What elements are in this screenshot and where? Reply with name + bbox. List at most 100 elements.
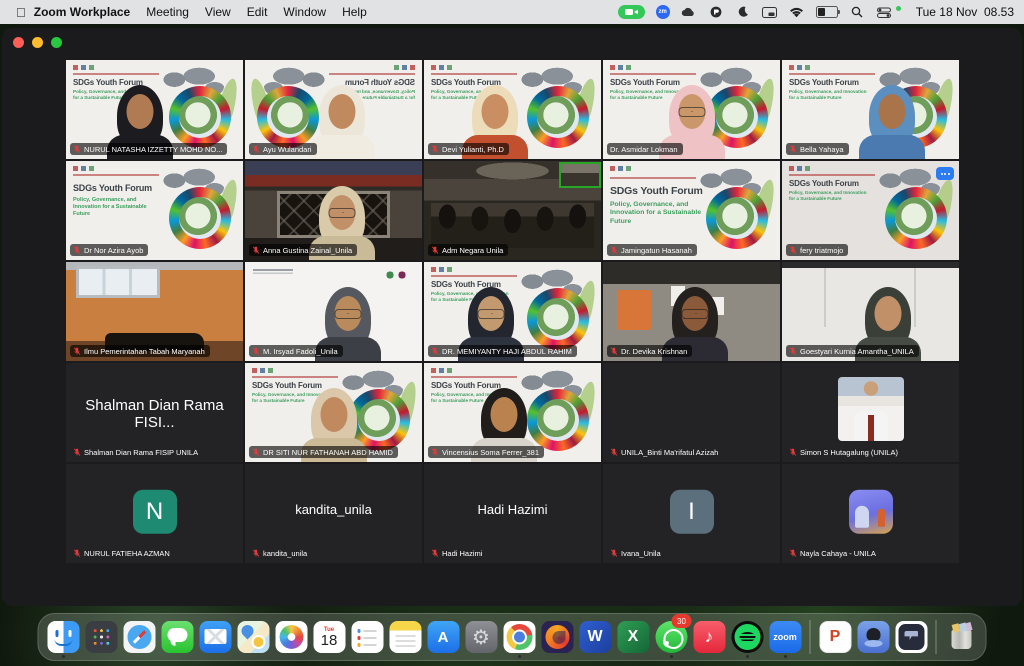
wifi-icon[interactable] bbox=[789, 5, 805, 19]
word-icon[interactable]: W bbox=[579, 621, 611, 653]
fast-user-switch-icon[interactable] bbox=[876, 5, 892, 19]
dock-item-calendar[interactable]: Tue18 bbox=[313, 617, 346, 657]
menu-item-view[interactable]: View bbox=[205, 5, 231, 19]
launchpad-icon[interactable] bbox=[85, 621, 117, 653]
safari-icon[interactable] bbox=[123, 621, 155, 653]
dock-item-finder[interactable] bbox=[47, 617, 80, 657]
participant-tile[interactable]: Hadi Hazimi Hadi Hazimi bbox=[424, 464, 601, 563]
app-menu-title[interactable]: Zoom Workplace bbox=[34, 5, 130, 19]
dock-item-maps[interactable] bbox=[237, 617, 270, 657]
dock-item-whatsapp[interactable]: 30 bbox=[655, 617, 688, 657]
dock-item-appstore[interactable]: A bbox=[427, 617, 460, 657]
photos-icon[interactable] bbox=[275, 621, 307, 653]
menu-item-help[interactable]: Help bbox=[342, 5, 367, 19]
cloud-icon[interactable] bbox=[681, 5, 697, 19]
messages-icon[interactable] bbox=[161, 621, 193, 653]
dock-item-settings[interactable]: ⚙ bbox=[465, 617, 498, 657]
dock-item-music[interactable]: ♪ bbox=[693, 617, 726, 657]
participant-tile[interactable]: Nayla Cahaya - UNILA bbox=[782, 464, 959, 563]
appstore-icon[interactable]: A bbox=[427, 621, 459, 653]
mail-icon[interactable] bbox=[199, 621, 231, 653]
tile-more-options-button[interactable] bbox=[936, 167, 954, 180]
dock-item-bluetool[interactable] bbox=[857, 617, 890, 657]
dock-item-word[interactable]: W bbox=[579, 617, 612, 657]
dock-item-firefox[interactable] bbox=[541, 617, 574, 657]
screen-mirroring-icon[interactable] bbox=[762, 5, 778, 19]
menubar-clock[interactable]: Tue 18 Nov 08.53 bbox=[916, 5, 1014, 19]
dock-item-notes[interactable] bbox=[389, 617, 422, 657]
participant-tile[interactable]: Dr. Devika Krishnan bbox=[603, 262, 780, 361]
dock-item-chrome[interactable] bbox=[503, 617, 536, 657]
participant-tile[interactable]: SDGs Youth ForumPolicy, Governance, and … bbox=[603, 161, 780, 260]
maps-icon[interactable] bbox=[237, 621, 269, 653]
powerpoint-icon[interactable]: P bbox=[819, 621, 851, 653]
devtool-icon[interactable] bbox=[895, 621, 927, 653]
settings-icon[interactable]: ⚙ bbox=[465, 621, 497, 653]
dock-item-powerpoint[interactable]: P bbox=[819, 617, 852, 657]
participant-tile[interactable]: kandita_unila kandita_unila bbox=[245, 464, 422, 563]
participant-tile[interactable]: NURUL FATIEHA AZMAN N bbox=[66, 464, 243, 563]
dock-item-messages[interactable] bbox=[161, 617, 194, 657]
participant-tile[interactable]: SDGs Youth ForumPolicy, Governance, and … bbox=[66, 60, 243, 159]
dock-item-photos[interactable] bbox=[275, 617, 308, 657]
dock-item-excel[interactable]: X bbox=[617, 617, 650, 657]
participant-tile[interactable]: SDGs Youth ForumPolicy, Governance, and … bbox=[245, 363, 422, 462]
sdg-title: SDGs Youth Forum bbox=[73, 183, 152, 193]
participant-tile[interactable]: Anna Gustina Zainal_Unila bbox=[245, 161, 422, 260]
dock-item-spotify[interactable] bbox=[731, 617, 764, 657]
spotlight-search-icon[interactable] bbox=[849, 5, 865, 19]
menu-item-meeting[interactable]: Meeting bbox=[146, 5, 189, 19]
menu-item-edit[interactable]: Edit bbox=[247, 5, 268, 19]
focus-moon-icon[interactable] bbox=[735, 5, 751, 19]
participant-tile[interactable]: Ilmu Pemerintahan Tabah Maryanah bbox=[66, 262, 243, 361]
participant-tile[interactable]: Adm Negara Unila bbox=[424, 161, 601, 260]
bluetool-icon[interactable] bbox=[857, 621, 889, 653]
participant-display-name: Hadi Hazimi bbox=[424, 502, 601, 517]
chrome-icon[interactable] bbox=[503, 621, 535, 653]
dock-item-devtool[interactable] bbox=[895, 617, 928, 657]
battery-icon[interactable] bbox=[816, 6, 838, 18]
dock-item-reminders[interactable] bbox=[351, 617, 384, 657]
music-icon[interactable]: ♪ bbox=[693, 621, 725, 653]
participant-tile[interactable]: SDGs Youth ForumPolicy, Governance, and … bbox=[603, 60, 780, 159]
window-titlebar[interactable] bbox=[2, 28, 1022, 58]
dock-item-trash[interactable] bbox=[945, 617, 978, 657]
dock-item-mail[interactable] bbox=[199, 617, 232, 657]
fullscreen-window-button[interactable] bbox=[51, 37, 62, 48]
participant-tile[interactable]: SDGs Youth ForumPolicy, Governance, and … bbox=[424, 60, 601, 159]
participant-tile[interactable]: SDGs Youth ForumPolicy, Governance, and … bbox=[245, 60, 422, 159]
participant-tile[interactable]: SDGs Youth ForumPolicy, Governance, and … bbox=[782, 60, 959, 159]
participant-tile[interactable]: Goestyari Kurnia Amantha_UNILA bbox=[782, 262, 959, 361]
participant-tile[interactable]: SDGs Youth ForumPolicy, Governance, and … bbox=[66, 161, 243, 260]
participant-tile[interactable]: SDGs Youth ForumPolicy, Governance, and … bbox=[782, 161, 959, 260]
menu-item-window[interactable]: Window bbox=[283, 5, 326, 19]
minimize-window-button[interactable] bbox=[32, 37, 43, 48]
firefox-icon[interactable] bbox=[541, 621, 573, 653]
participant-tile[interactable]: Ivana_Unila I bbox=[603, 464, 780, 563]
excel-icon[interactable]: X bbox=[617, 621, 649, 653]
participant-tile[interactable]: Simon S Hutagalung (UNILA) bbox=[782, 363, 959, 462]
trash-icon[interactable] bbox=[945, 621, 977, 653]
mic-muted-icon bbox=[431, 549, 439, 557]
dock-item-safari[interactable] bbox=[123, 617, 156, 657]
participant-tile[interactable]: SDGs Youth ForumPolicy, Governance, and … bbox=[424, 262, 601, 361]
close-window-button[interactable] bbox=[13, 37, 24, 48]
participant-tile[interactable]: UNILA_Binti Ma'rifatul Azizah bbox=[603, 363, 780, 462]
spotify-icon[interactable] bbox=[731, 621, 763, 653]
dock-item-launchpad[interactable] bbox=[85, 617, 118, 657]
participant-tile[interactable]: M. Irsyad Fadoli_Unila bbox=[245, 262, 422, 361]
dock-item-zoom[interactable]: zoom bbox=[769, 617, 802, 657]
finder-icon[interactable] bbox=[47, 621, 79, 653]
reminders-icon[interactable] bbox=[351, 621, 383, 653]
zoom-icon[interactable]: zoom bbox=[769, 621, 801, 653]
participant-tile[interactable]: SDGs Youth ForumPolicy, Governance, and … bbox=[424, 363, 601, 462]
zoom-menubar-icon[interactable]: zm bbox=[656, 5, 670, 19]
participant-tile[interactable]: Shalman Dian Rama FISIP UNILA Shalman Di… bbox=[66, 363, 243, 462]
participant-name-label: Simon S Hutagalung (UNILA) bbox=[786, 446, 903, 458]
camera-active-pill-icon[interactable] bbox=[618, 5, 645, 19]
apple-menu-icon[interactable]:  bbox=[16, 5, 26, 20]
participant-name-label: fery triatmojo bbox=[786, 244, 848, 256]
notes-icon[interactable] bbox=[389, 621, 421, 653]
shield-app-icon[interactable] bbox=[708, 5, 724, 19]
calendar-icon[interactable]: Tue18 bbox=[313, 621, 345, 653]
